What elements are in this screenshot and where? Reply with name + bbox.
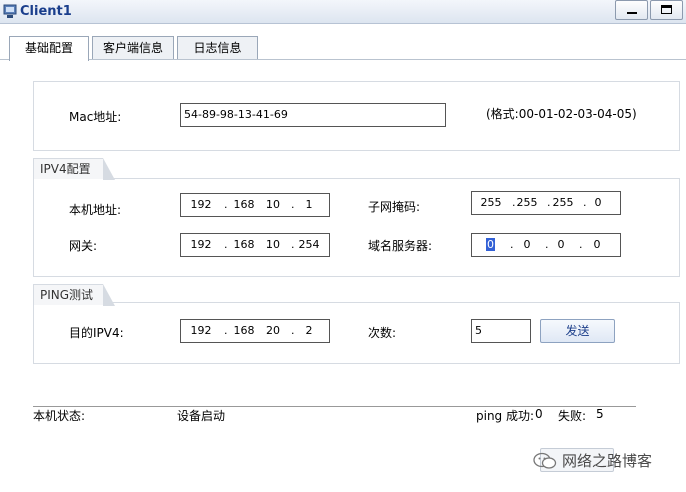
mac-format-hint: (格式:00-01-02-03-04-05) <box>486 107 637 121</box>
ping-legend: PING测试 <box>33 284 115 306</box>
dns-server-input[interactable]: 0 . 0 . 0 . 0 <box>471 233 621 257</box>
ip-octet: 0 <box>557 238 565 251</box>
ip-dot: . <box>224 238 228 251</box>
gateway-input[interactable]: 192 . 168 . 10 . 254 <box>180 233 330 257</box>
ip-octet: 1 <box>305 198 313 211</box>
ping-fail-label: 失败: <box>558 409 587 423</box>
mac-label: Mac地址: <box>69 110 122 124</box>
status-divider <box>33 406 636 407</box>
maximize-icon <box>661 5 672 14</box>
ip-octet: 254 <box>298 238 320 251</box>
ip-octet: 20 <box>266 324 280 337</box>
ip-dot: . <box>224 198 228 211</box>
subnet-mask-input[interactable]: 255 . 255 . 255 . 0 <box>471 191 621 215</box>
maximize-button[interactable] <box>650 0 683 20</box>
mac-address-input[interactable]: 54-89-98-13-41-69 <box>180 103 446 127</box>
ping-success-label: ping 成功: <box>476 409 535 423</box>
tab-basic-config[interactable]: 基础配置 <box>9 36 89 61</box>
ip-octet: 168 <box>233 198 255 211</box>
ip-octet: 255 <box>552 196 574 209</box>
minimize-icon <box>627 12 637 14</box>
ipv4-legend: IPV4配置 <box>33 158 115 180</box>
ip-octet: 0 <box>594 196 602 209</box>
ip-octet: 255 <box>516 196 538 209</box>
tab-log-info[interactable]: 日志信息 <box>177 36 258 60</box>
ip-octet: 168 <box>233 324 255 337</box>
ping-success-count: 0 <box>535 407 543 421</box>
gateway-label: 网关: <box>69 239 98 253</box>
ping-target-label: 目的IPV4: <box>69 326 124 340</box>
ip-octet: 192 <box>190 324 212 337</box>
wechat-icon <box>533 452 557 469</box>
ip-octet: 10 <box>266 238 280 251</box>
ip-octet: 2 <box>305 324 313 337</box>
ip-octet: 0 <box>523 238 531 251</box>
ip-octet: 168 <box>233 238 255 251</box>
ping-count-input[interactable]: 5 <box>471 319 531 343</box>
status-label: 本机状态: <box>33 409 86 423</box>
ip-octet: 0 <box>593 238 601 251</box>
minimize-button[interactable] <box>615 0 648 20</box>
send-button[interactable]: 发送 <box>540 319 615 343</box>
dns-label: 域名服务器: <box>368 239 433 253</box>
ip-octet: 0 <box>486 238 495 251</box>
subnet-mask-label: 子网掩码: <box>368 200 421 214</box>
ping-count-label: 次数: <box>368 326 397 340</box>
tab-client-info[interactable]: 客户端信息 <box>92 36 174 60</box>
ip-octet: 255 <box>480 196 502 209</box>
local-ip-input[interactable]: 192 . 168 . 10 . 1 <box>180 193 330 217</box>
window-title: Client1 <box>20 4 72 19</box>
title-bar: Client1 <box>0 0 686 24</box>
status-value: 设备启动 <box>177 409 226 423</box>
ip-octet: 192 <box>190 238 212 251</box>
ping-target-input[interactable]: 192 . 168 . 20 . 2 <box>180 319 330 343</box>
ip-dot: . <box>224 324 228 337</box>
ping-fail-count: 5 <box>596 407 604 421</box>
local-ip-label: 本机地址: <box>69 203 122 217</box>
ip-octet: 10 <box>266 198 280 211</box>
tab-strip-divider <box>0 59 686 60</box>
ip-octet: 192 <box>190 198 212 211</box>
watermark-text: 网络之路博客 <box>562 452 653 470</box>
app-icon <box>3 4 17 18</box>
